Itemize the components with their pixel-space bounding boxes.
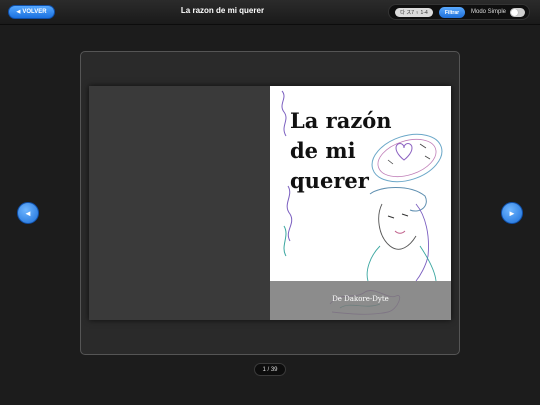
top-bar: ◀ VOLVER La razon de mi querer 다 ス7 ♀ 1-… [0, 0, 540, 25]
filter-button[interactable]: Filtrar [439, 7, 465, 18]
back-button[interactable]: ◀ VOLVER [8, 5, 55, 19]
page-counter: 1 / 39 [254, 363, 286, 376]
blank-left-page[interactable] [89, 86, 270, 320]
next-page-button[interactable]: ► [501, 202, 523, 224]
cover-page[interactable]: La razón de mi querer De Dakore-Dyte [270, 86, 451, 320]
filter-chip[interactable]: 다 ス7 ♀ 1-4 [395, 8, 433, 17]
cover-title: La razón de mi querer [290, 106, 440, 196]
triangle-left-icon: ◀ [16, 9, 21, 15]
mode-simple-toggle[interactable] [510, 8, 525, 17]
toggle-knob [511, 9, 518, 16]
arrow-left-icon: ◄ [24, 208, 32, 218]
mode-simple-label: Modo Simple [471, 9, 507, 15]
page-title: La razon de mi querer [180, 6, 265, 15]
cover-title-line3: querer [290, 168, 369, 193]
filter-group: 다 ス7 ♀ 1-4 Filtrar Modo Simple [388, 4, 530, 20]
arrow-right-icon: ► [508, 208, 516, 218]
previous-page-button[interactable]: ◄ [17, 202, 39, 224]
cover-title-line1: La razón [290, 108, 392, 133]
back-button-label: VOLVER [22, 9, 47, 15]
cover-title-line2: de mi [290, 138, 356, 163]
cover-author: De Dakore-Dyte [332, 295, 389, 303]
